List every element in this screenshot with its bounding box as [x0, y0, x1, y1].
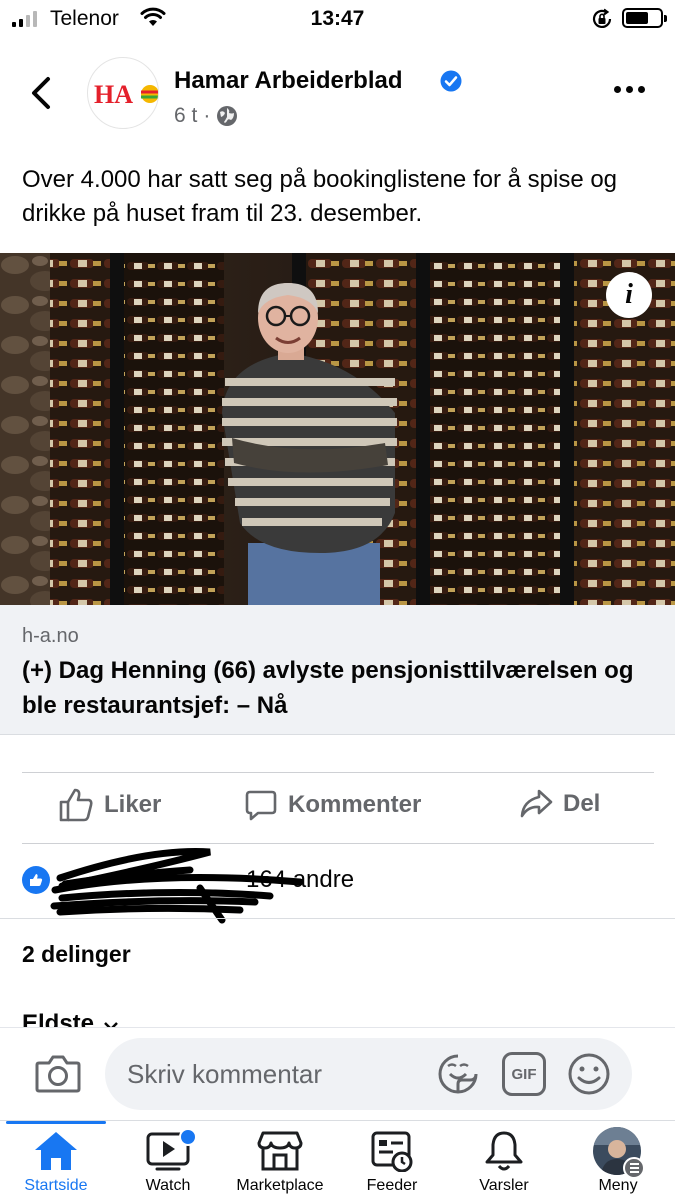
svg-text:HA: HA: [94, 80, 133, 109]
home-icon: [35, 1132, 77, 1170]
like-icon: [59, 788, 93, 822]
comment-input[interactable]: [105, 1038, 632, 1110]
tab-watch[interactable]: Watch: [112, 1126, 224, 1196]
share-label: Del: [563, 790, 601, 817]
rotation-lock-icon: [592, 8, 612, 28]
share-button[interactable]: Del: [519, 788, 600, 820]
gif-icon[interactable]: GIF: [502, 1052, 546, 1096]
page-avatar[interactable]: HA: [87, 57, 159, 129]
comment-icon: [245, 790, 277, 821]
bell-icon: [485, 1131, 523, 1171]
active-tab-indicator: [6, 1121, 106, 1124]
like-button[interactable]: Liker: [58, 788, 161, 822]
tab-label: Marketplace: [236, 1177, 324, 1194]
like-label: Liker: [104, 791, 162, 818]
verified-badge-icon: [440, 70, 462, 92]
post-time[interactable]: 6 t: [174, 104, 197, 128]
link-preview-image[interactable]: [0, 253, 675, 605]
link-domain: h-a.no: [22, 625, 79, 647]
more-options-icon[interactable]: [614, 86, 645, 93]
post-text: Over 4.000 har satt seg på bookinglisten…: [22, 166, 618, 227]
divider: [0, 918, 675, 919]
notification-badge: [179, 1128, 197, 1146]
tab-notifications[interactable]: Varsler: [448, 1126, 560, 1196]
menu-icon: [623, 1157, 645, 1179]
tab-marketplace[interactable]: Marketplace: [224, 1126, 336, 1196]
post-meta: 6 t ·: [174, 104, 238, 128]
comment-button[interactable]: Kommenter: [244, 788, 421, 822]
tab-label: Watch: [145, 1177, 191, 1194]
comment-label: Kommenter: [288, 791, 422, 818]
battery-icon: [622, 8, 667, 28]
camera-icon[interactable]: [35, 1053, 81, 1093]
link-card[interactable]: h-a.no (+) Dag Henning (66) avlyste pens…: [0, 605, 675, 735]
globe-icon: [217, 106, 238, 126]
hamar-arbeiderblad-logo: HA: [94, 80, 158, 109]
feeds-icon: [371, 1131, 413, 1172]
shares-count[interactable]: 2 delinger: [22, 941, 131, 968]
marketplace-icon: [257, 1131, 303, 1171]
share-icon: [520, 789, 553, 818]
sticker-icon[interactable]: [436, 1052, 480, 1096]
link-title: (+) Dag Henning (66) avlyste pensjonistt…: [22, 657, 634, 719]
emoji-icon[interactable]: [567, 1052, 611, 1096]
tab-label: Varsler: [479, 1177, 529, 1194]
status-bar: Telenor 13:47: [0, 0, 675, 40]
tab-label: Startside: [24, 1177, 88, 1194]
tab-label: Feeder: [366, 1177, 418, 1194]
meta-separator: ·: [203, 104, 211, 127]
status-time: 13:47: [310, 7, 365, 30]
page-name[interactable]: Hamar Arbeiderblad: [174, 67, 403, 95]
tab-feeds[interactable]: Feeder: [336, 1126, 448, 1196]
back-arrow-icon[interactable]: [28, 76, 54, 110]
tab-home[interactable]: Startside: [0, 1126, 112, 1196]
tab-label: Meny: [598, 1177, 638, 1194]
divider: [22, 772, 654, 773]
info-icon[interactable]: i: [606, 272, 652, 318]
redaction-scribble: [50, 848, 304, 924]
